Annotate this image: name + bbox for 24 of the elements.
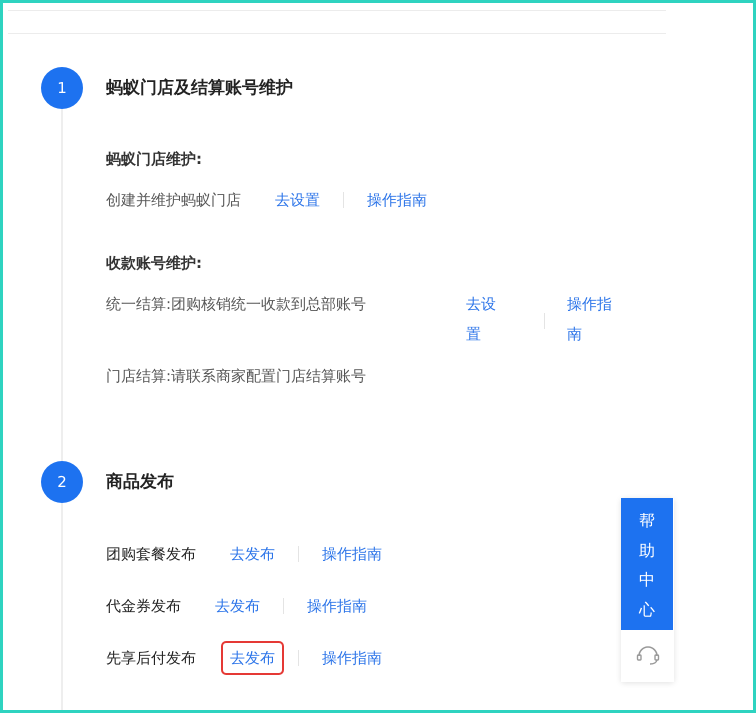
link[interactable]: 去发布 [215,591,260,621]
help-center-button[interactable]: 帮助中心 [621,498,673,630]
link[interactable]: 去设置 [466,289,506,349]
link[interactable]: 操作指南 [307,591,367,621]
description-text: 创建并维护蚂蚁门店 [106,190,241,211]
link[interactable]: 操作指南 [367,185,427,215]
description-text: 统一结算:团购核销统一收款到总部账号 [106,294,368,315]
description-text: 门店结算:请联系商家配置门店结算账号 [106,366,366,387]
section-heading: 蚂蚁门店维护: [106,149,203,170]
highlighted-link[interactable]: 去发布 [221,641,284,675]
step-number: 1 [41,67,83,109]
row-label: 先享后付发布 [106,648,196,669]
link[interactable]: 操作指南 [322,539,382,569]
headset-icon[interactable] [636,644,660,666]
row-label: 团购套餐发布 [106,544,196,565]
step-title: 蚂蚁门店及结算账号维护 [106,77,294,100]
link[interactable]: 去发布 [230,539,275,569]
link[interactable]: 操作指南 [567,289,617,349]
link[interactable]: 去设置 [275,185,320,215]
step-number: 2 [41,461,83,503]
row-label: 代金券发布 [106,596,181,617]
section-heading: 收款账号维护: [106,253,203,274]
link[interactable]: 操作指南 [322,643,382,673]
step-title: 商品发布 [106,471,175,494]
